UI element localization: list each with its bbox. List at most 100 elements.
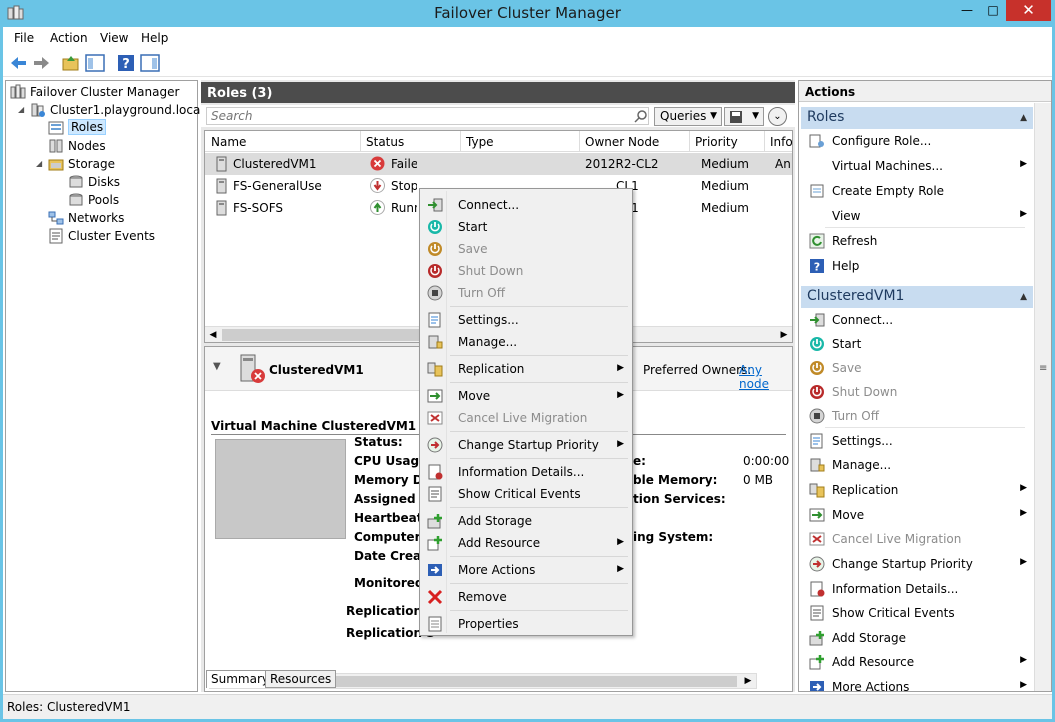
col-name[interactable]: Name bbox=[211, 135, 246, 149]
context-menu-item[interactable]: Turn Off bbox=[422, 282, 630, 304]
tab-resources[interactable]: Resources bbox=[265, 670, 337, 688]
action-create-empty-role[interactable]: Create Empty Role bbox=[801, 180, 1031, 202]
context-menu-item[interactable]: Change Startup Priority ▶ bbox=[422, 434, 630, 456]
actions-section-roles[interactable]: Roles ▲ bbox=[801, 107, 1033, 129]
actions-vertical-scrollbar[interactable]: ≡ bbox=[1034, 103, 1051, 691]
action-show-critical-events[interactable]: Show Critical Events bbox=[801, 602, 1031, 624]
forward-icon[interactable] bbox=[31, 53, 51, 73]
action-turn-off[interactable]: Turn Off bbox=[801, 405, 1031, 427]
collapse-chevron-icon[interactable]: ▼ bbox=[213, 361, 221, 372]
tree-label: Failover Cluster Manager bbox=[30, 85, 180, 99]
show-hide-tree-icon[interactable] bbox=[85, 53, 105, 73]
action-cancel-live-migration[interactable]: Cancel Live Migration bbox=[801, 528, 1031, 550]
action-replication[interactable]: Replication ▶ bbox=[801, 479, 1031, 501]
context-menu-item[interactable]: Shut Down bbox=[422, 260, 630, 282]
action-label: Show Critical Events bbox=[832, 606, 955, 620]
actions-title: Actions bbox=[799, 81, 1051, 102]
preferred-owners-label: Preferred Owners: bbox=[643, 363, 752, 377]
queries-button[interactable]: Queries ▼ bbox=[654, 107, 722, 126]
close-button[interactable]: ✕ bbox=[1006, 0, 1051, 21]
context-menu-item[interactable]: Add Resource ▶ bbox=[422, 532, 630, 554]
col-priority[interactable]: Priority bbox=[695, 135, 738, 149]
action-help[interactable]: ? Help bbox=[801, 255, 1031, 277]
context-menu-item[interactable]: Cancel Live Migration bbox=[422, 407, 630, 429]
remove-icon bbox=[427, 589, 443, 605]
connect-icon bbox=[428, 198, 443, 212]
details-vm-name: ClusteredVM1 bbox=[269, 363, 364, 377]
col-owner-node[interactable]: Owner Node bbox=[585, 135, 659, 149]
col-divider bbox=[764, 131, 765, 152]
menu-help[interactable]: Help bbox=[141, 31, 168, 45]
table-row[interactable]: ClusteredVM1 Failed 2012R2-CL2 Medium An… bbox=[205, 153, 792, 175]
action-view[interactable]: View ▶ bbox=[801, 205, 1031, 227]
file-server-role-icon bbox=[216, 178, 227, 194]
action-configure-role[interactable]: Configure Role... bbox=[801, 130, 1031, 152]
action-label: Turn Off bbox=[832, 409, 879, 423]
role-name: FS-SOFS bbox=[233, 201, 284, 215]
maximize-button[interactable]: □ bbox=[980, 0, 1006, 21]
context-menu-item[interactable]: Connect... bbox=[422, 194, 630, 216]
context-menu-item[interactable]: Manage... bbox=[422, 331, 630, 353]
minimize-button[interactable]: — bbox=[954, 0, 980, 21]
actions-section-vm[interactable]: ClusteredVM1 ▲ bbox=[801, 286, 1033, 308]
action-shut-down[interactable]: Shut Down bbox=[801, 381, 1031, 403]
action-start[interactable]: Start bbox=[801, 333, 1031, 355]
menu-file[interactable]: File bbox=[14, 31, 34, 45]
cancel-migration-icon bbox=[809, 532, 825, 546]
uptime-value: 0:00:00 bbox=[743, 454, 790, 468]
context-menu-item[interactable]: Remove bbox=[422, 586, 630, 608]
action-refresh[interactable]: Refresh bbox=[801, 230, 1031, 252]
action-settings[interactable]: Settings... bbox=[801, 430, 1031, 452]
prop-integration-services: tion Services: bbox=[633, 492, 726, 506]
context-menu-item[interactable]: Properties bbox=[422, 613, 630, 635]
collapse-icon[interactable]: ▲ bbox=[1020, 292, 1027, 302]
context-menu-item[interactable]: Show Critical Events bbox=[422, 483, 630, 505]
expand-arrow-icon[interactable]: ◢ bbox=[18, 105, 24, 114]
action-connect[interactable]: Connect... bbox=[801, 309, 1031, 331]
save-query-button[interactable]: ▼ bbox=[724, 107, 764, 126]
action-add-resource[interactable]: Add Resource ▶ bbox=[801, 651, 1031, 673]
scroll-right-icon[interactable]: ▶ bbox=[777, 328, 791, 342]
back-icon[interactable] bbox=[9, 53, 29, 73]
up-folder-icon[interactable] bbox=[61, 53, 81, 73]
show-hide-action-pane-icon[interactable] bbox=[140, 53, 160, 73]
context-menu-item[interactable]: Save bbox=[422, 238, 630, 260]
submenu-arrow-icon: ▶ bbox=[1020, 508, 1027, 518]
menu-view[interactable]: View bbox=[100, 31, 128, 45]
svg-text:?: ? bbox=[814, 261, 820, 274]
context-menu-item[interactable]: Settings... bbox=[422, 309, 630, 331]
col-status[interactable]: Status bbox=[366, 135, 404, 149]
search-input[interactable] bbox=[206, 107, 649, 125]
context-menu-item[interactable]: Move ▶ bbox=[422, 385, 630, 407]
action-move[interactable]: Move ▶ bbox=[801, 504, 1031, 526]
context-menu-label: Change Startup Priority bbox=[458, 438, 599, 452]
col-information[interactable]: Inform bbox=[770, 135, 792, 149]
menu-action[interactable]: Action bbox=[50, 31, 88, 45]
preferred-owners-link[interactable]: Any node bbox=[739, 363, 792, 391]
action-virtual-machines[interactable]: Virtual Machines... ▶ bbox=[801, 155, 1031, 177]
context-menu-item[interactable]: Information Details... bbox=[422, 461, 630, 483]
action-manage[interactable]: Manage... bbox=[801, 454, 1031, 476]
context-menu-item[interactable]: Replication ▶ bbox=[422, 358, 630, 380]
context-menu-label: Start bbox=[458, 220, 488, 234]
help-icon[interactable]: ? bbox=[116, 53, 136, 73]
queries-label: Queries bbox=[660, 109, 707, 123]
context-menu-item[interactable]: More Actions ▶ bbox=[422, 559, 630, 581]
action-add-storage[interactable]: Add Storage bbox=[801, 627, 1031, 649]
context-menu-item[interactable]: Start bbox=[422, 216, 630, 238]
search-icon[interactable] bbox=[634, 109, 648, 123]
col-type[interactable]: Type bbox=[466, 135, 494, 149]
collapse-icon[interactable]: ▲ bbox=[1020, 113, 1027, 123]
action-more-actions[interactable]: More Actions ▶ bbox=[801, 676, 1031, 691]
turn-off-icon bbox=[427, 285, 443, 301]
context-menu-label: Manage... bbox=[458, 335, 518, 349]
expand-collapse-icon[interactable]: ⌄ bbox=[768, 107, 787, 126]
scroll-left-icon[interactable]: ◀ bbox=[206, 328, 220, 342]
context-menu-item[interactable]: Add Storage bbox=[422, 510, 630, 532]
action-change-startup-priority[interactable]: Change Startup Priority ▶ bbox=[801, 553, 1031, 575]
expand-arrow-icon[interactable]: ◢ bbox=[36, 159, 42, 168]
tab-summary[interactable]: Summary bbox=[206, 670, 274, 688]
action-label: Shut Down bbox=[832, 385, 898, 399]
action-save[interactable]: Save bbox=[801, 357, 1031, 379]
action-information-details[interactable]: Information Details... bbox=[801, 578, 1031, 600]
